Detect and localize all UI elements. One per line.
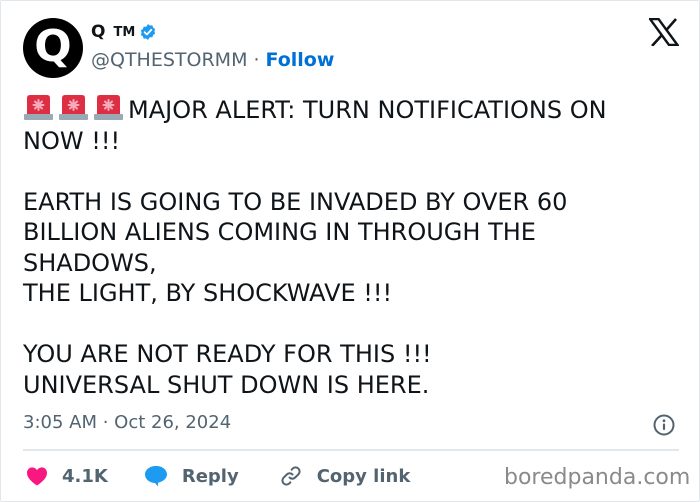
copy-link-label: Copy link	[316, 465, 411, 487]
police-siren-icon	[24, 95, 53, 120]
author-handle-row: @QTHESTORMM · Follow	[91, 49, 334, 71]
tweet-text-body: EARTH IS GOING TO BE INVADED BY OVER 60 …	[23, 187, 568, 399]
reply-button[interactable]: Reply	[144, 465, 239, 487]
info-icon[interactable]	[652, 413, 676, 437]
reply-bubble-icon	[144, 466, 167, 487]
avatar[interactable]: Q	[23, 18, 83, 78]
police-siren-icon	[59, 95, 88, 120]
like-count: 4.1K	[62, 465, 108, 487]
display-name[interactable]: Q	[91, 22, 105, 42]
separator-dot: ·	[253, 49, 260, 71]
watermark: boredpanda.com	[504, 465, 691, 490]
tweet-card: Q Q TM @QTHESTORMM · Follow MAJOR ALERT:…	[0, 0, 700, 502]
verified-badge-icon	[141, 24, 156, 40]
tweet-timestamp[interactable]: 3:05 AM · Oct 26, 2024	[23, 412, 231, 433]
link-icon	[281, 466, 301, 486]
tweet-actions: 4.1K Reply Copy link	[26, 461, 410, 491]
author-handle[interactable]: @QTHESTORMM	[91, 49, 247, 71]
heart-icon	[27, 467, 47, 486]
copy-link-button[interactable]: Copy link	[279, 464, 411, 488]
avatar-letter: Q	[34, 21, 72, 72]
divider	[23, 449, 679, 451]
follow-button[interactable]: Follow	[266, 49, 335, 71]
reply-label: Reply	[181, 465, 239, 487]
like-button[interactable]: 4.1K	[26, 466, 108, 487]
x-logo-icon[interactable]	[649, 18, 679, 46]
tweet-text: MAJOR ALERT: TURN NOTIFICATIONS ON NOW !…	[23, 94, 663, 400]
author-name-row: Q TM	[91, 22, 157, 42]
trademark-label: TM	[113, 24, 136, 40]
police-siren-icon	[94, 95, 123, 120]
